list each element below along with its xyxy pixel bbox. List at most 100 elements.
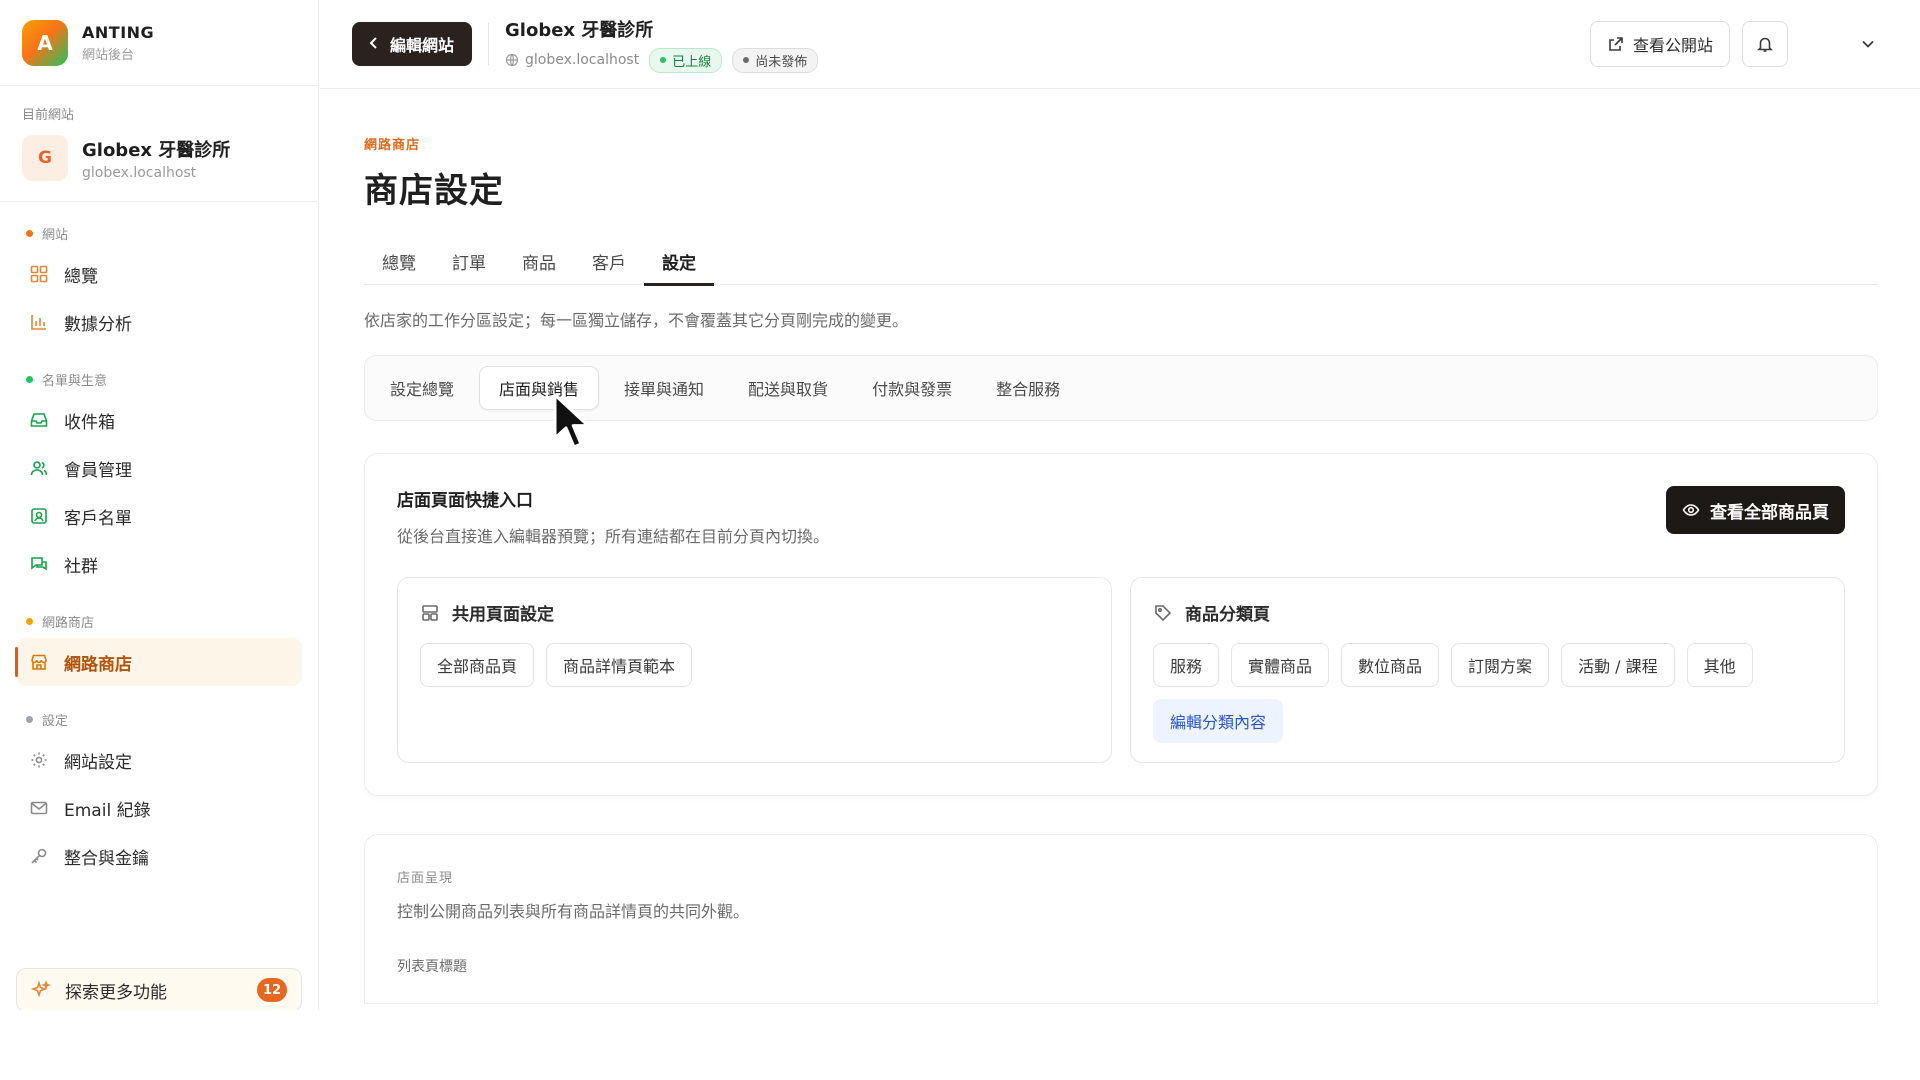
sidebar: A ANTING 網站後台 目前網站 G Globex 牙醫診所 globex.…: [0, 0, 319, 1012]
sidebar-item-store[interactable]: 網路商店: [15, 638, 302, 686]
nav-group-store: 網路商店 網路商店: [0, 604, 318, 686]
brand: A ANTING 網站後台: [0, 0, 318, 86]
divider: [488, 23, 490, 65]
nav-group-title: 網站: [16, 216, 302, 250]
card-title: 店面頁面快捷入口: [397, 491, 533, 511]
sparkle-icon: [31, 980, 51, 1000]
main-content: 網路商店 商店設定 總覽 訂單 商品 客戶 設定 依店家的工作分區設定；每一區獨…: [364, 89, 1878, 1004]
nav-group-title: 網路商店: [16, 604, 302, 638]
inbox-icon: [28, 409, 50, 431]
group-dot: [26, 617, 33, 625]
group-dot: [26, 229, 33, 237]
panel-title: 共用頁面設定: [452, 605, 554, 625]
site-header-name: Globex 牙醫診所: [505, 19, 654, 41]
sidebar-item-label: 客戶名單: [64, 508, 132, 529]
key-icon: [28, 845, 50, 867]
panel-title: 商品分類頁: [1185, 605, 1270, 625]
category-pages-panel: 商品分類頁 服務 實體商品 數位商品 訂閱方案 活動 / 課程 其他 編輯分類內…: [1130, 577, 1845, 763]
tab-orders[interactable]: 訂單: [434, 238, 504, 284]
category-chip[interactable]: 服務: [1153, 643, 1220, 687]
mouse-cursor-icon: [552, 392, 596, 456]
tab-settings[interactable]: 設定: [644, 238, 714, 286]
all-products-page-chip[interactable]: 全部商品頁: [420, 643, 535, 687]
section-subtitle: 控制公開商品列表與所有商品詳情頁的共同外觀。: [397, 902, 750, 921]
nav-group-business: 名單與生意 收件箱 會員管理 客戶名單 社群: [0, 362, 318, 588]
category-chip[interactable]: 其他: [1686, 643, 1753, 687]
chat-icon: [28, 553, 50, 575]
edit-categories-link[interactable]: 編輯分類內容: [1153, 699, 1284, 743]
tag-icon: [1153, 603, 1173, 623]
nav-group-title: 名單與生意: [16, 362, 302, 396]
site-header: Globex 牙醫診所 globex.localhost 已上線 尚未發佈: [505, 16, 819, 73]
category-chip[interactable]: 訂閱方案: [1451, 643, 1550, 687]
group-dot: [26, 715, 33, 723]
globe-icon: [505, 53, 519, 67]
nav-group-title: 設定: [16, 702, 302, 736]
store-icon: [28, 651, 50, 673]
sidebar-item-label: 數據分析: [64, 314, 132, 335]
chevron-down-icon: [1861, 39, 1875, 49]
subtab-integrations[interactable]: 整合服務: [977, 366, 1079, 410]
page-bottom-blank: [0, 1010, 1920, 1080]
tab-customers[interactable]: 客戶: [574, 238, 644, 284]
sidebar-item-label: 收件箱: [64, 412, 115, 433]
sidebar-item-site-settings[interactable]: 網站設定: [16, 736, 302, 784]
brand-logo: A: [22, 19, 68, 66]
sidebar-item-members[interactable]: 會員管理: [16, 444, 302, 492]
current-site-domain: globex.localhost: [82, 164, 197, 181]
sidebar-item-label: 網路商店: [64, 654, 132, 675]
nav-group-settings: 設定 網站設定 Email 紀錄 整合與金鑰: [0, 702, 318, 880]
tab-overview[interactable]: 總覽: [364, 238, 434, 284]
sidebar-item-customers[interactable]: 客戶名單: [16, 492, 302, 540]
settings-description: 依店家的工作分區設定；每一區獨立儲存，不會覆蓋其它分頁剛完成的變更。: [364, 311, 909, 330]
mail-icon: [28, 797, 50, 819]
site-header-domain: globex.localhost: [505, 52, 639, 68]
sidebar-item-community[interactable]: 社群: [16, 540, 302, 588]
chevron-left-icon: [368, 35, 380, 54]
brand-subtitle: 網站後台: [82, 47, 135, 63]
subtab-settings-overview[interactable]: 設定總覽: [371, 366, 473, 410]
notifications-button[interactable]: [1742, 21, 1788, 67]
subtab-payment-invoice[interactable]: 付款與發票: [853, 366, 971, 410]
sidebar-item-integrations[interactable]: 整合與金鑰: [16, 832, 302, 880]
explore-count-badge: 12: [257, 978, 287, 1002]
contact-icon: [28, 505, 50, 527]
storefront-appearance-card: 店面呈現 控制公開商品列表與所有商品詳情頁的共同外觀。 列表頁標題: [364, 834, 1878, 1004]
sidebar-item-email-log[interactable]: Email 紀錄: [16, 784, 302, 832]
eye-icon: [1682, 501, 1700, 519]
brand-name: ANTING: [82, 22, 155, 42]
gear-icon: [28, 749, 50, 771]
subtab-orders-notifications[interactable]: 接單與通知: [605, 366, 723, 410]
sidebar-item-label: 社群: [64, 556, 98, 577]
section-label: 店面呈現: [397, 871, 454, 886]
view-public-site-button[interactable]: 查看公開站: [1589, 21, 1730, 67]
account-menu-toggle[interactable]: [1848, 21, 1888, 67]
tab-products[interactable]: 商品: [504, 238, 574, 284]
shared-pages-panel: 共用頁面設定 全部商品頁 商品詳情頁範本: [397, 577, 1112, 763]
sidebar-item-analytics[interactable]: 數據分析: [16, 298, 302, 346]
status-badge-live: 已上線: [649, 47, 723, 73]
explore-features-button[interactable]: 探索更多功能 12: [16, 968, 302, 1012]
category-chip[interactable]: 實體商品: [1231, 643, 1330, 687]
category-chip[interactable]: 活動 / 課程: [1561, 643, 1675, 687]
topbar: 編輯網站 Globex 牙醫診所 globex.localhost 已上線 尚未…: [320, 0, 1920, 89]
current-site-name: Globex 牙醫診所: [82, 139, 231, 161]
sidebar-item-label: 總覽: [64, 266, 98, 287]
grid-icon: [28, 263, 50, 285]
sidebar-item-inbox[interactable]: 收件箱: [16, 396, 302, 444]
product-detail-template-chip[interactable]: 商品詳情頁範本: [546, 643, 693, 687]
site-avatar: G: [22, 135, 68, 181]
subtab-shipping-pickup[interactable]: 配送與取貨: [729, 366, 847, 410]
view-all-products-button[interactable]: 查看全部商品頁: [1666, 486, 1845, 534]
page-eyebrow: 網路商店: [364, 138, 421, 153]
edit-site-back-button[interactable]: 編輯網站: [352, 22, 473, 66]
current-site-label: 目前網站: [22, 108, 75, 123]
sidebar-item-overview[interactable]: 總覽: [16, 250, 302, 298]
category-chip[interactable]: 數位商品: [1341, 643, 1440, 687]
bell-icon: [1756, 35, 1774, 53]
current-site[interactable]: 目前網站 G Globex 牙醫診所 globex.localhost: [0, 86, 318, 202]
layout-icon: [420, 603, 440, 623]
sidebar-item-label: 整合與金鑰: [64, 848, 149, 869]
users-icon: [28, 457, 50, 479]
list-title-field-label: 列表頁標題: [397, 959, 467, 975]
